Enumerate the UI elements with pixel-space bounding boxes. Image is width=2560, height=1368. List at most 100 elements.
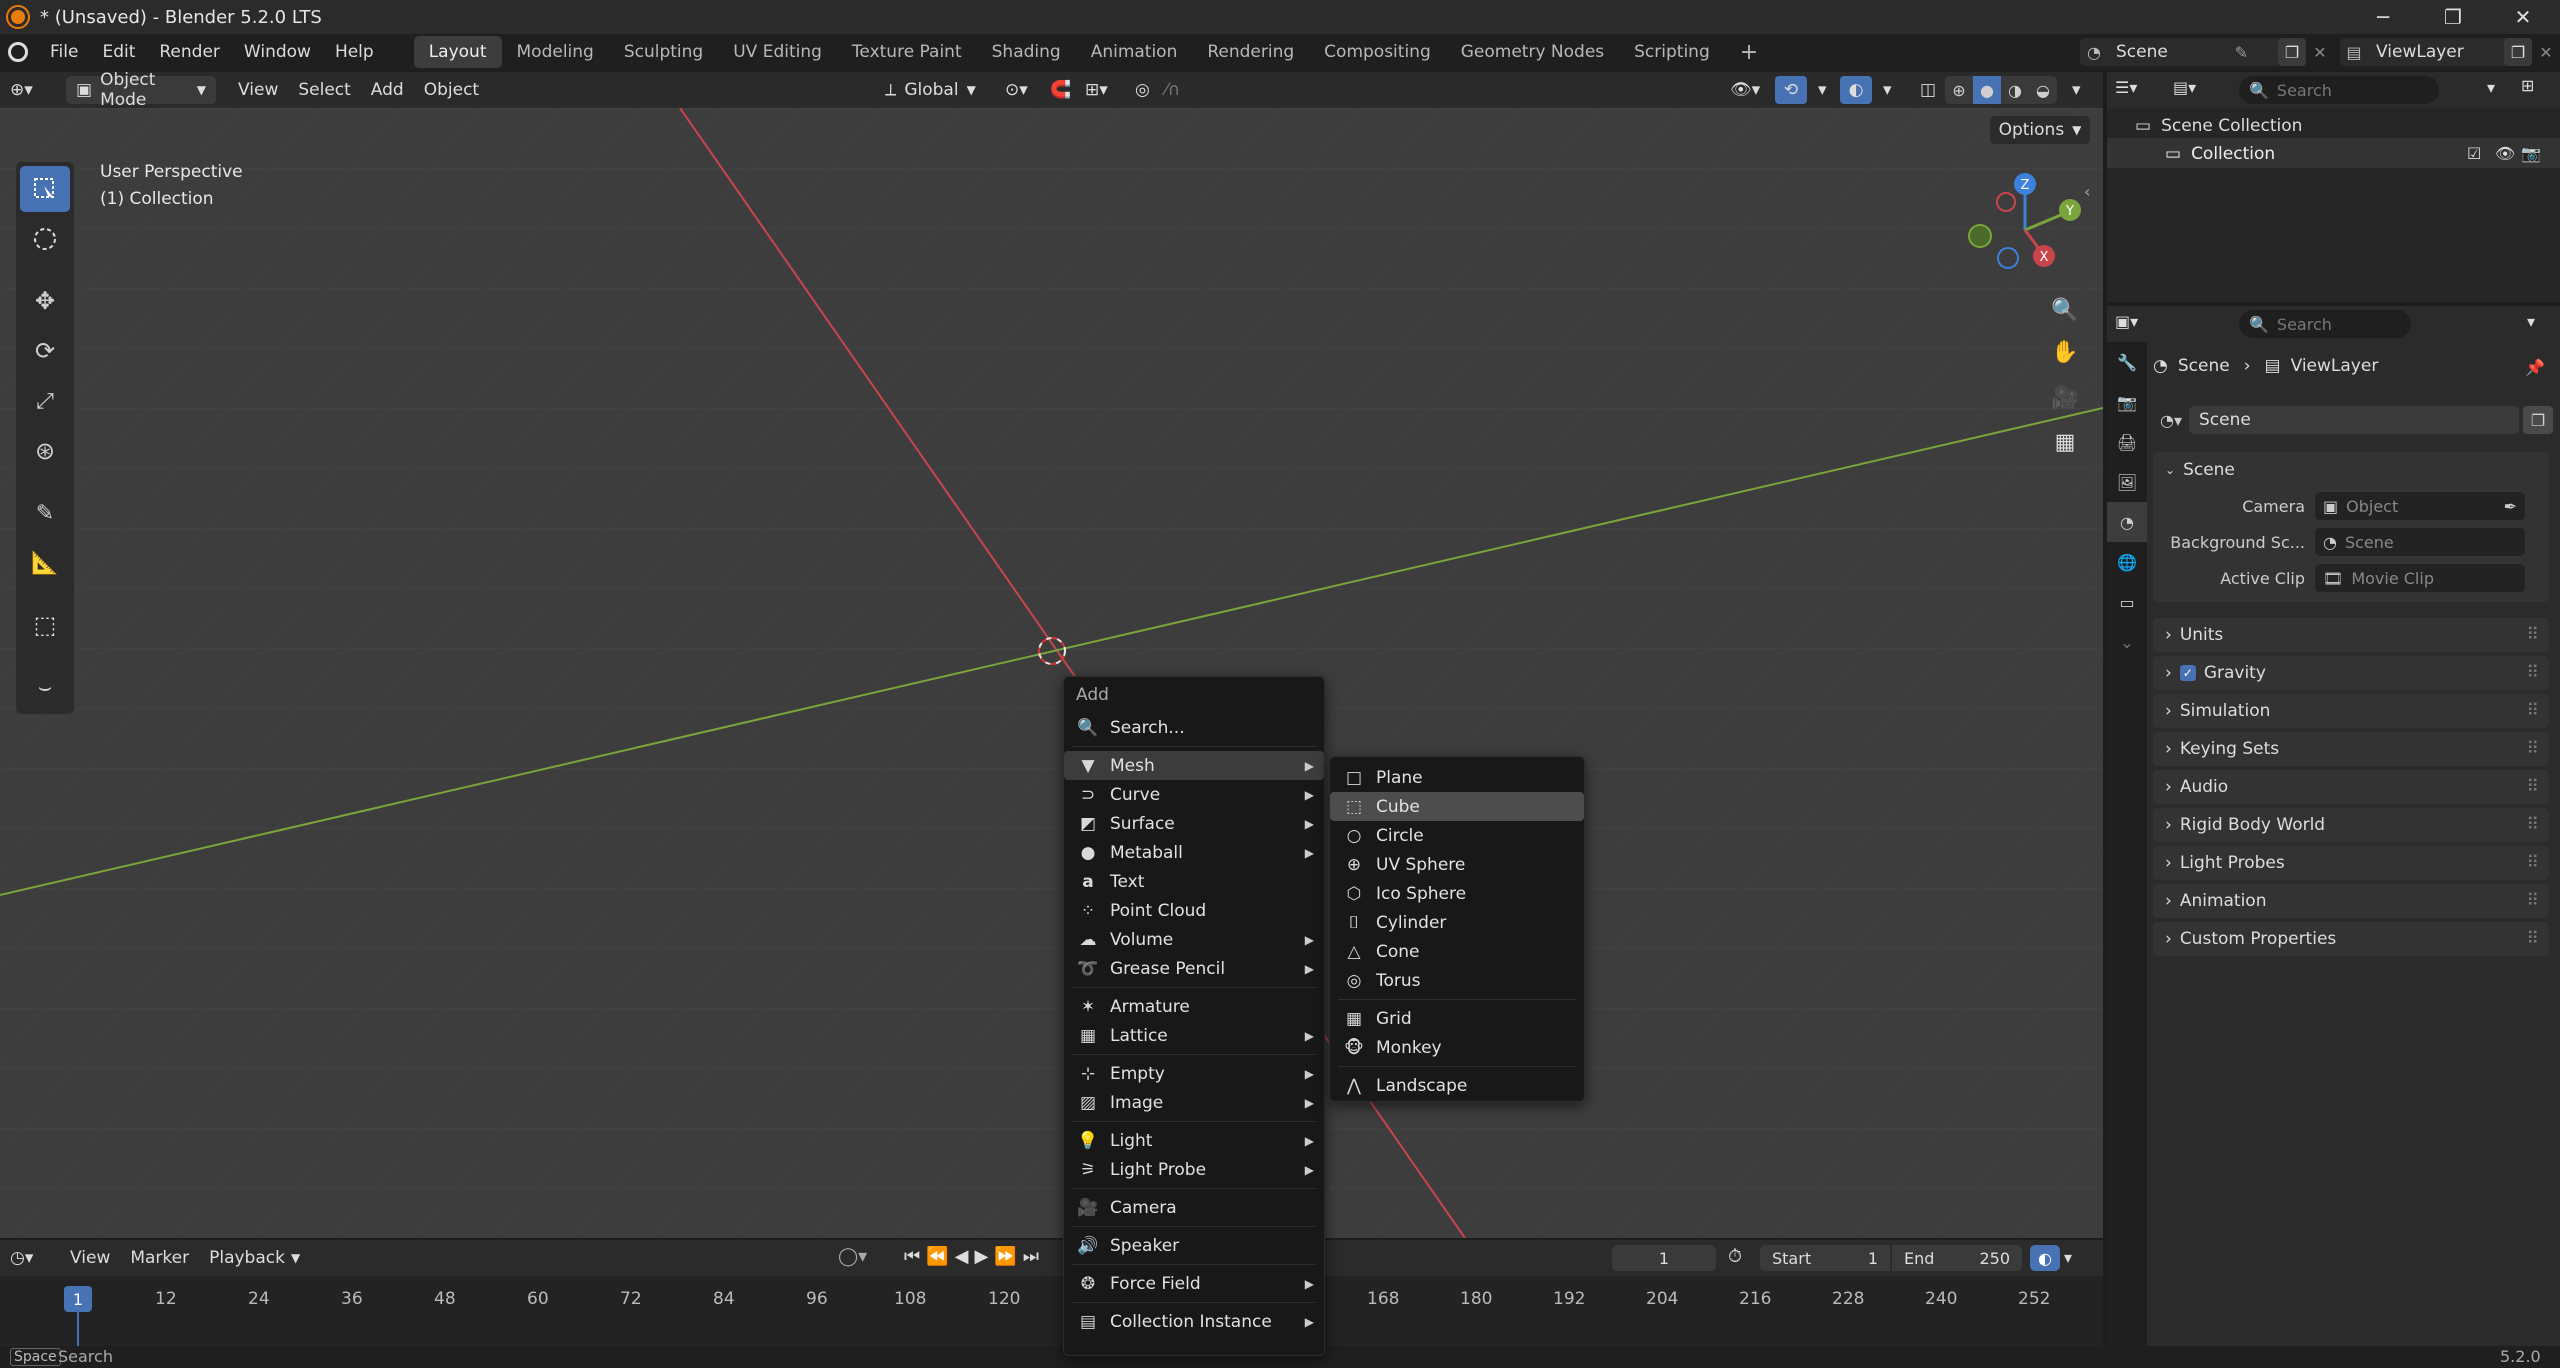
viewport-menu-add[interactable]: Add: [361, 76, 414, 104]
menu-item-curve[interactable]: ⊃ Curve ▶: [1064, 780, 1324, 809]
viewport-menu-select[interactable]: Select: [288, 76, 360, 104]
more-tabs-icon[interactable]: ⌄: [2107, 622, 2147, 662]
overlay-toggle[interactable]: ◐: [1840, 76, 1872, 104]
duplicate-scene-icon[interactable]: ❐: [2523, 406, 2553, 434]
timeline-menu-view[interactable]: View: [60, 1244, 120, 1272]
solid-shading-icon[interactable]: ●: [1973, 76, 2001, 104]
tab-scripting[interactable]: Scripting: [1619, 36, 1725, 68]
pin-icon[interactable]: 📌: [2525, 358, 2545, 377]
drag-handle-icon[interactable]: ⠿: [2527, 929, 2539, 949]
gravity-checkbox[interactable]: ✓: [2179, 665, 2196, 681]
menu-item-point-cloud[interactable]: ⁘ Point Cloud: [1064, 896, 1324, 925]
output-tab-icon[interactable]: 🖨: [2107, 422, 2147, 462]
options-dropdown[interactable]: Options ▼: [1990, 116, 2090, 144]
menu-edit[interactable]: Edit: [90, 42, 147, 62]
drag-handle-icon[interactable]: ⠿: [2527, 853, 2539, 873]
transform-tool[interactable]: ⊛: [20, 428, 70, 474]
render-tab-icon[interactable]: 📷: [2107, 382, 2147, 422]
mesh-item-circle[interactable]: ○ Circle: [1330, 821, 1584, 850]
mesh-item-monkey[interactable]: 🐵 Monkey: [1330, 1033, 1584, 1062]
delete-viewlayer-icon[interactable]: ✕: [2532, 38, 2560, 66]
mode-dropdown[interactable]: ▣ Object Mode ▼: [66, 70, 216, 110]
drag-handle-icon[interactable]: ⠿: [2527, 815, 2539, 835]
menu-item-image[interactable]: ▨ Image ▶: [1064, 1088, 1324, 1117]
exclude-checkbox[interactable]: ☑: [2467, 144, 2481, 163]
tab-rendering[interactable]: Rendering: [1192, 36, 1309, 68]
playhead[interactable]: 1: [64, 1286, 92, 1312]
timeline-overlay-toggle[interactable]: ◐: [2030, 1245, 2060, 1271]
measure-tool[interactable]: 📐: [20, 540, 70, 586]
viewport-menu-object[interactable]: Object: [414, 76, 489, 104]
navigation-gizmo[interactable]: Z Y X: [1950, 168, 2090, 288]
menu-window[interactable]: Window: [232, 42, 323, 62]
properties-search-input[interactable]: 🔍 Search: [2239, 310, 2411, 338]
menu-file[interactable]: File: [38, 42, 90, 62]
mesh-item-plane[interactable]: □ Plane: [1330, 763, 1584, 792]
animation-panel[interactable]: › Animation ⠿: [2153, 884, 2549, 918]
tab-modeling[interactable]: Modeling: [502, 36, 609, 68]
tab-texture-paint[interactable]: Texture Paint: [837, 36, 977, 68]
properties-editor-type[interactable]: ▣▾: [2115, 312, 2138, 331]
menu-item-camera[interactable]: 🎥 Camera: [1064, 1193, 1324, 1222]
timeline-menu-playback[interactable]: Playback ▼: [199, 1244, 310, 1272]
timeline-overlay-dropdown[interactable]: ▾: [2064, 1248, 2072, 1267]
menu-item-light[interactable]: 💡 Light ▶: [1064, 1126, 1324, 1155]
pin-icon[interactable]: ✎: [2235, 43, 2248, 62]
overlay-dropdown[interactable]: ▾: [1873, 76, 1902, 104]
ortho-grid-icon[interactable]: ▦: [2050, 430, 2080, 455]
outliner-collection[interactable]: ▭ Collection: [2165, 144, 2275, 164]
snap-target-dropdown[interactable]: ⊞▾: [1075, 76, 1118, 104]
tab-shading[interactable]: Shading: [977, 36, 1076, 68]
visibility-dropdown[interactable]: 👁▾: [1720, 76, 1770, 104]
units-panel[interactable]: › Units ⠿: [2153, 618, 2549, 652]
mesh-item-uv-sphere[interactable]: ⊕ UV Sphere: [1330, 850, 1584, 879]
new-viewlayer-icon[interactable]: ❐: [2504, 38, 2532, 66]
select-box-tool[interactable]: [20, 166, 70, 212]
annotate-tool[interactable]: ✎: [20, 490, 70, 536]
menu-help[interactable]: Help: [323, 42, 386, 62]
audio-panel[interactable]: › Audio ⠿: [2153, 770, 2549, 804]
tab-animation[interactable]: Animation: [1076, 36, 1193, 68]
outliner-search-input[interactable]: 🔍 Search: [2239, 76, 2439, 104]
falloff-dropdown[interactable]: ⁄∩: [1155, 76, 1190, 104]
delete-scene-icon[interactable]: ✕: [2306, 38, 2334, 66]
menu-item-force-field[interactable]: ❂ Force Field ▶: [1064, 1269, 1324, 1298]
add-cube-tool[interactable]: ⬚: [20, 602, 70, 648]
shading-dropdown[interactable]: ▾: [2062, 76, 2091, 104]
scene-panel-header[interactable]: ⌄ Scene: [2153, 452, 2549, 488]
new-collection-icon[interactable]: ⊞: [2521, 76, 2549, 104]
menu-item-speaker[interactable]: 🔊 Speaker: [1064, 1231, 1324, 1260]
simulation-panel[interactable]: › Simulation ⠿: [2153, 694, 2549, 728]
outliner-editor-type[interactable]: ☰▾: [2115, 78, 2137, 97]
world-tab-icon[interactable]: 🌐: [2107, 542, 2147, 582]
tab-compositing[interactable]: Compositing: [1309, 36, 1446, 68]
timeline-editor-type[interactable]: ◷▾: [0, 1244, 60, 1272]
drag-handle-icon[interactable]: ⠿: [2527, 739, 2539, 759]
menu-item-empty[interactable]: ⊹ Empty ▶: [1064, 1059, 1324, 1088]
scene-datablock-selector[interactable]: ◔▾ Scene ❐: [2153, 406, 2553, 434]
menu-item-text[interactable]: a Text: [1064, 867, 1324, 896]
keying-sets-panel[interactable]: › Keying Sets ⠿: [2153, 732, 2549, 766]
playback-controls[interactable]: ⏮⏪◀▶⏩⏭: [904, 1246, 1045, 1267]
close-button[interactable]: ✕: [2490, 0, 2556, 34]
pivot-dropdown[interactable]: ⊙▾: [995, 76, 1038, 104]
tab-geometry-nodes[interactable]: Geometry Nodes: [1446, 36, 1619, 68]
scale-tool[interactable]: ⤢: [20, 378, 70, 424]
eye-icon[interactable]: 👁: [2495, 144, 2515, 163]
gizmo-dropdown[interactable]: ▾: [1808, 76, 1837, 104]
mesh-item-torus[interactable]: ◎ Torus: [1330, 966, 1584, 995]
camera-view-icon[interactable]: 🎥: [2050, 386, 2080, 411]
current-frame-field[interactable]: 1: [1612, 1245, 1716, 1271]
scene-tab-icon[interactable]: ◔: [2107, 502, 2147, 542]
material-shading-icon[interactable]: ◑: [2001, 81, 2029, 100]
mesh-item-cylinder[interactable]: ⌷ Cylinder: [1330, 908, 1584, 937]
mesh-item-landscape[interactable]: ⋀ Landscape: [1330, 1071, 1584, 1100]
mesh-item-cone[interactable]: △ Cone: [1330, 937, 1584, 966]
rigid-body-world-panel[interactable]: › Rigid Body World ⠿: [2153, 808, 2549, 842]
pan-hand-icon[interactable]: ✋: [2050, 340, 2080, 365]
zoom-icon[interactable]: 🔍: [2050, 298, 2080, 323]
sidebar-toggle-icon[interactable]: ‹: [2084, 182, 2090, 201]
timeline-menu-marker[interactable]: Marker: [120, 1244, 199, 1272]
camera-field[interactable]: ▣ Object ✒: [2315, 492, 2525, 520]
properties-options-dropdown[interactable]: ▾: [2527, 312, 2535, 331]
